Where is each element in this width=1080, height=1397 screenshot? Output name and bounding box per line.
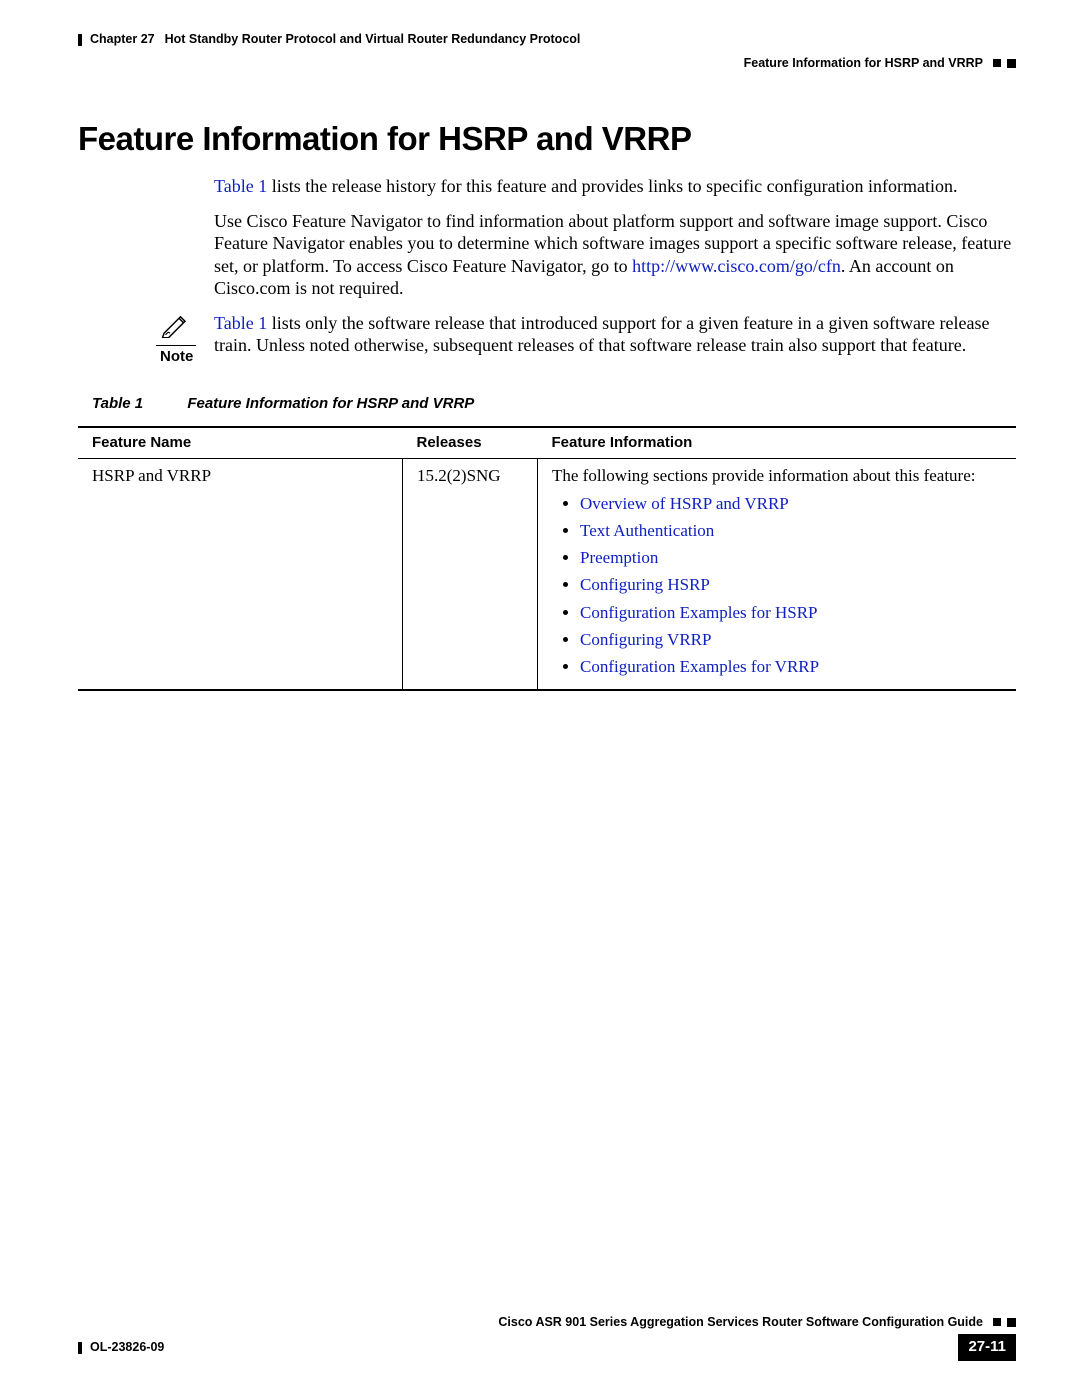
guide-title: Cisco ASR 901 Series Aggregation Service… xyxy=(498,1315,983,1331)
section-title-header: Feature Information for HSRP and VRRP xyxy=(744,56,983,72)
cell-release: 15.2(2)SNG xyxy=(403,459,538,691)
cell-feature-info: The following sections provide informati… xyxy=(538,459,1017,691)
note-gutter: Note xyxy=(78,312,214,369)
col-header-feature-name: Feature Name xyxy=(78,427,403,459)
intro-para-2: Use Cisco Feature Navigator to find info… xyxy=(214,210,1016,300)
page-number-badge: 27-11 xyxy=(958,1334,1016,1361)
overview-hsrp-vrrp-link[interactable]: Overview of HSRP and VRRP xyxy=(580,494,789,513)
page-title: Feature Information for HSRP and VRRP xyxy=(78,118,1016,159)
chapter-number: Chapter 27 xyxy=(90,32,155,48)
header-line-1: Chapter 27 Hot Standby Router Protocol a… xyxy=(78,32,1016,48)
config-examples-hsrp-link[interactable]: Configuration Examples for HSRP xyxy=(580,603,818,622)
table-caption: Table 1 Feature Information for HSRP and… xyxy=(92,395,1016,414)
configuring-vrrp-link[interactable]: Configuring VRRP xyxy=(580,630,711,649)
feature-table: Feature Name Releases Feature Informatio… xyxy=(78,426,1016,692)
pencil-note-icon xyxy=(161,312,191,338)
note-block: Note Table 1 lists only the software rel… xyxy=(78,312,1016,369)
feature-links-list: Overview of HSRP and VRRP Text Authentic… xyxy=(552,493,1006,678)
running-footer: Cisco ASR 901 Series Aggregation Service… xyxy=(78,1315,1016,1361)
note-paragraph: Table 1 lists only the software release … xyxy=(214,312,1016,357)
text-authentication-link[interactable]: Text Authentication xyxy=(580,521,714,540)
list-item: Preemption xyxy=(580,547,1006,568)
table-caption-title: Feature Information for HSRP and VRRP xyxy=(187,395,474,412)
feature-info-lead: The following sections provide informati… xyxy=(552,466,975,485)
header-bar-icon xyxy=(78,34,82,46)
note-icon-wrap: Note xyxy=(156,312,196,367)
list-item: Configuration Examples for HSRP xyxy=(580,602,1006,623)
footer-line-1: Cisco ASR 901 Series Aggregation Service… xyxy=(78,1315,1016,1331)
preemption-link[interactable]: Preemption xyxy=(580,548,658,567)
config-examples-vrrp-link[interactable]: Configuration Examples for VRRP xyxy=(580,657,819,676)
header-line-2: Feature Information for HSRP and VRRP xyxy=(78,56,1016,72)
chapter-title: Hot Standby Router Protocol and Virtual … xyxy=(165,32,581,48)
col-header-feature-info: Feature Information xyxy=(538,427,1017,459)
note-body: Table 1 lists only the software release … xyxy=(214,312,1016,369)
footer-line-2: OL-23826-09 27-11 xyxy=(78,1334,1016,1361)
cell-feature-name: HSRP and VRRP xyxy=(78,459,403,691)
list-item: Overview of HSRP and VRRP xyxy=(580,493,1006,514)
doc-id-block: OL-23826-09 xyxy=(78,1340,164,1356)
list-item: Configuring VRRP xyxy=(580,629,1006,650)
square-icon xyxy=(993,59,1001,67)
running-header: Chapter 27 Hot Standby Router Protocol a… xyxy=(78,32,1016,71)
configuring-hsrp-link[interactable]: Configuring HSRP xyxy=(580,575,710,594)
note-text: lists only the software release that int… xyxy=(214,313,989,356)
intro-paragraphs: Table 1 lists the release history for th… xyxy=(214,175,1016,300)
col-header-releases: Releases xyxy=(403,427,538,459)
table-row: HSRP and VRRP 15.2(2)SNG The following s… xyxy=(78,459,1016,691)
list-item: Text Authentication xyxy=(580,520,1006,541)
square-icon xyxy=(1007,59,1016,68)
list-item: Configuration Examples for VRRP xyxy=(580,656,1006,677)
page: Chapter 27 Hot Standby Router Protocol a… xyxy=(0,0,1080,1397)
intro-para-1: Table 1 lists the release history for th… xyxy=(214,175,1016,198)
list-item: Configuring HSRP xyxy=(580,574,1006,595)
intro-text: lists the release history for this featu… xyxy=(267,176,957,196)
footer-end-markers-icon xyxy=(993,1318,1016,1327)
table-1-xref-link[interactable]: Table 1 xyxy=(214,176,267,196)
doc-id: OL-23826-09 xyxy=(90,1340,164,1356)
note-label: Note xyxy=(156,348,196,367)
content: Feature Information for HSRP and VRRP Ta… xyxy=(78,100,1016,691)
table-ref: Table 1 xyxy=(92,395,143,412)
table-header-row: Feature Name Releases Feature Informatio… xyxy=(78,427,1016,459)
footer-bar-icon xyxy=(78,1342,82,1354)
square-icon xyxy=(993,1318,1001,1326)
square-icon xyxy=(1007,1318,1016,1327)
table-1-xref-link[interactable]: Table 1 xyxy=(214,313,267,333)
header-end-markers-icon xyxy=(993,59,1016,68)
cfn-url-link[interactable]: http://www.cisco.com/go/cfn xyxy=(632,256,841,276)
note-rule-icon xyxy=(156,345,196,346)
